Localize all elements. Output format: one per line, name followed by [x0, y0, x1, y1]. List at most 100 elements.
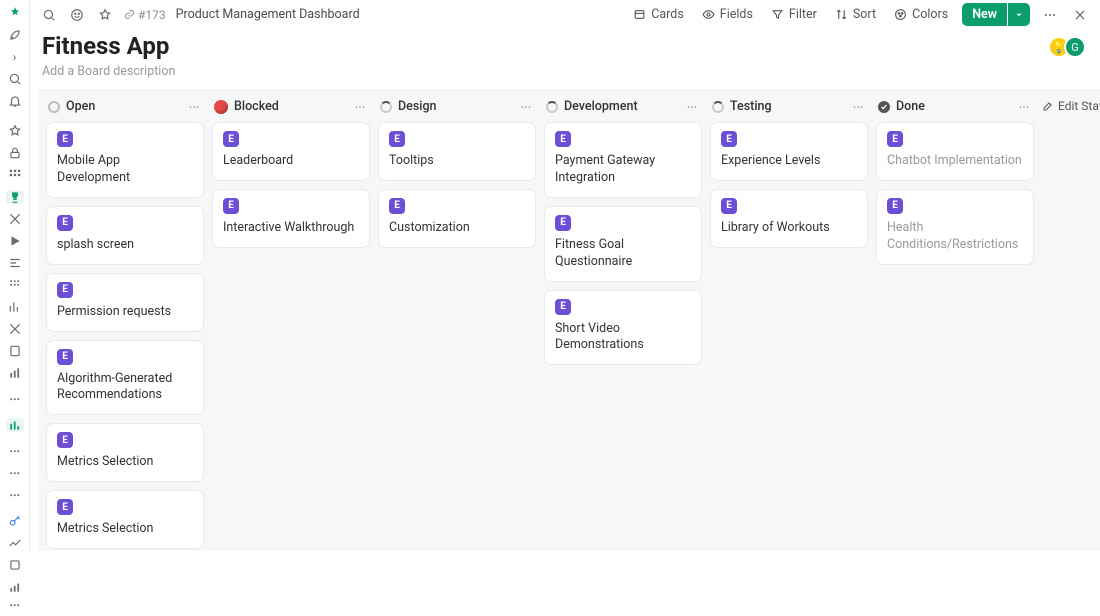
trophy-icon[interactable]: [6, 190, 24, 204]
new-dropdown-caret[interactable]: [1008, 3, 1030, 26]
note-icon[interactable]: [6, 344, 24, 358]
card-title: Interactive Walkthrough: [223, 220, 359, 237]
card[interactable]: EShort Video Demonstrations: [544, 290, 702, 366]
card[interactable]: E Health Conditions/Restrictions: [876, 189, 1034, 265]
column-menu-icon[interactable]: [352, 101, 368, 113]
column-menu-icon[interactable]: [1016, 101, 1032, 113]
column-menu-icon[interactable]: [518, 101, 534, 113]
lock-icon[interactable]: [6, 146, 24, 160]
card-badge: E: [721, 198, 737, 214]
card[interactable]: EMetrics Selection: [46, 490, 204, 549]
card-badge: E: [57, 432, 73, 448]
column-name: Blocked: [234, 99, 346, 114]
star-icon[interactable]: [6, 124, 24, 138]
grid5-icon[interactable]: [6, 470, 24, 484]
search-icon[interactable]: [6, 72, 24, 86]
card[interactable]: EExperience Levels: [710, 122, 868, 181]
card[interactable]: ELeaderboard: [212, 122, 370, 181]
column-design: DesignETooltips ECustomization: [374, 91, 540, 256]
card-title: Fitness Goal Questionnaire: [555, 237, 691, 271]
column-header[interactable]: Testing: [706, 91, 872, 122]
card[interactable]: EMetrics Selection: [46, 423, 204, 482]
column-name: Done: [896, 99, 1010, 114]
sticky-icon[interactable]: [6, 558, 24, 572]
status-blocked-icon: [214, 100, 228, 114]
column-header[interactable]: Done: [872, 91, 1038, 122]
card[interactable]: Esplash screen: [46, 206, 204, 265]
breadcrumb-title[interactable]: Product Management Dashboard: [176, 7, 360, 22]
key-icon[interactable]: [6, 514, 24, 528]
rocket-icon[interactable]: [6, 28, 24, 42]
card-title: Health Conditions/Restrictions: [887, 220, 1023, 254]
card-title: Library of Workouts: [721, 220, 857, 237]
column-name: Open: [66, 99, 180, 114]
column-header[interactable]: Development: [540, 91, 706, 122]
card[interactable]: EAlgorithm-Generated Recommendations: [46, 340, 204, 416]
column-header[interactable]: Design: [374, 91, 540, 122]
shuffle-icon[interactable]: [6, 212, 24, 226]
card-badge: E: [887, 198, 903, 214]
avatar-stack[interactable]: 💡 G: [1054, 36, 1086, 58]
play-icon[interactable]: [6, 234, 24, 248]
bars-icon[interactable]: [6, 366, 24, 380]
column-header[interactable]: Blocked: [208, 91, 374, 122]
card[interactable]: EMobile App Development: [46, 122, 204, 198]
bars2-icon[interactable]: [6, 418, 24, 432]
close-icon[interactable]: [1070, 5, 1090, 25]
card[interactable]: ETooltips: [378, 122, 536, 181]
favorite-icon[interactable]: [96, 6, 114, 24]
emoji-icon[interactable]: [68, 6, 86, 24]
card-badge: E: [57, 499, 73, 515]
header-search-icon[interactable]: [40, 6, 58, 24]
card[interactable]: ECustomization: [378, 189, 536, 248]
grid6-icon[interactable]: [6, 492, 24, 506]
column-open: Open EMobile App Development Esplash scree…: [42, 91, 208, 551]
grid4-icon[interactable]: [6, 448, 24, 462]
column-header[interactable]: Open: [42, 91, 208, 122]
column-menu-icon[interactable]: [684, 101, 700, 113]
app-logo-icon[interactable]: [5, 6, 25, 20]
card[interactable]: EInteractive Walkthrough: [212, 189, 370, 248]
chart-icon[interactable]: [6, 300, 24, 314]
card-title: Payment Gateway Integration: [555, 153, 691, 187]
kanban-board: Open EMobile App Development Esplash scree…: [38, 90, 1100, 551]
cards-toggle[interactable]: Cards: [629, 4, 688, 25]
grid3-icon[interactable]: [6, 396, 24, 410]
card-badge: E: [555, 131, 571, 147]
filter-button[interactable]: Filter: [767, 4, 821, 25]
card[interactable]: E Library of Workouts: [710, 189, 868, 248]
column-menu-icon[interactable]: [850, 101, 866, 113]
card-title: Permission requests: [57, 304, 193, 321]
grid-icon[interactable]: [6, 168, 24, 182]
card[interactable]: E Payment Gateway Integration: [544, 122, 702, 198]
status-progress-icon: [546, 101, 558, 113]
grid7-icon[interactable]: [6, 602, 24, 616]
column-menu-icon[interactable]: [186, 101, 202, 113]
edit-status-button[interactable]: Edit Stat: [1038, 91, 1100, 121]
card[interactable]: EPermission requests: [46, 273, 204, 332]
card[interactable]: EChatbot Implementation: [876, 122, 1034, 181]
cross-icon[interactable]: [6, 322, 24, 336]
bars3-icon[interactable]: [6, 580, 24, 594]
column-blocked: Blocked ELeaderboard EInteractive Walkthro…: [208, 91, 374, 256]
card-badge: E: [389, 131, 405, 147]
breadcrumb-id[interactable]: #173: [124, 8, 166, 22]
column-testing: TestingEExperience Levels E Library of Wor…: [706, 91, 872, 256]
top-header: #173 Product Management Dashboard Cards …: [30, 0, 1100, 30]
card-badge: E: [555, 215, 571, 231]
board-title[interactable]: Fitness App: [42, 32, 1090, 60]
new-button[interactable]: New: [962, 3, 1007, 26]
expand-arrow-icon[interactable]: ›: [6, 50, 24, 64]
more-menu-icon[interactable]: [1040, 5, 1060, 25]
bell-icon[interactable]: [6, 94, 24, 108]
trend-icon[interactable]: [6, 536, 24, 550]
status-progress-icon: [712, 101, 724, 113]
card[interactable]: E Fitness Goal Questionnaire: [544, 206, 702, 282]
board-description-placeholder[interactable]: Add a Board description: [42, 64, 1090, 79]
avatar[interactable]: G: [1064, 36, 1086, 58]
colors-button[interactable]: Colors: [890, 4, 952, 25]
fields-toggle[interactable]: Fields: [698, 4, 757, 25]
sort-button[interactable]: Sort: [831, 4, 880, 25]
list-icon[interactable]: [6, 256, 24, 270]
grid2-icon[interactable]: [6, 278, 24, 292]
